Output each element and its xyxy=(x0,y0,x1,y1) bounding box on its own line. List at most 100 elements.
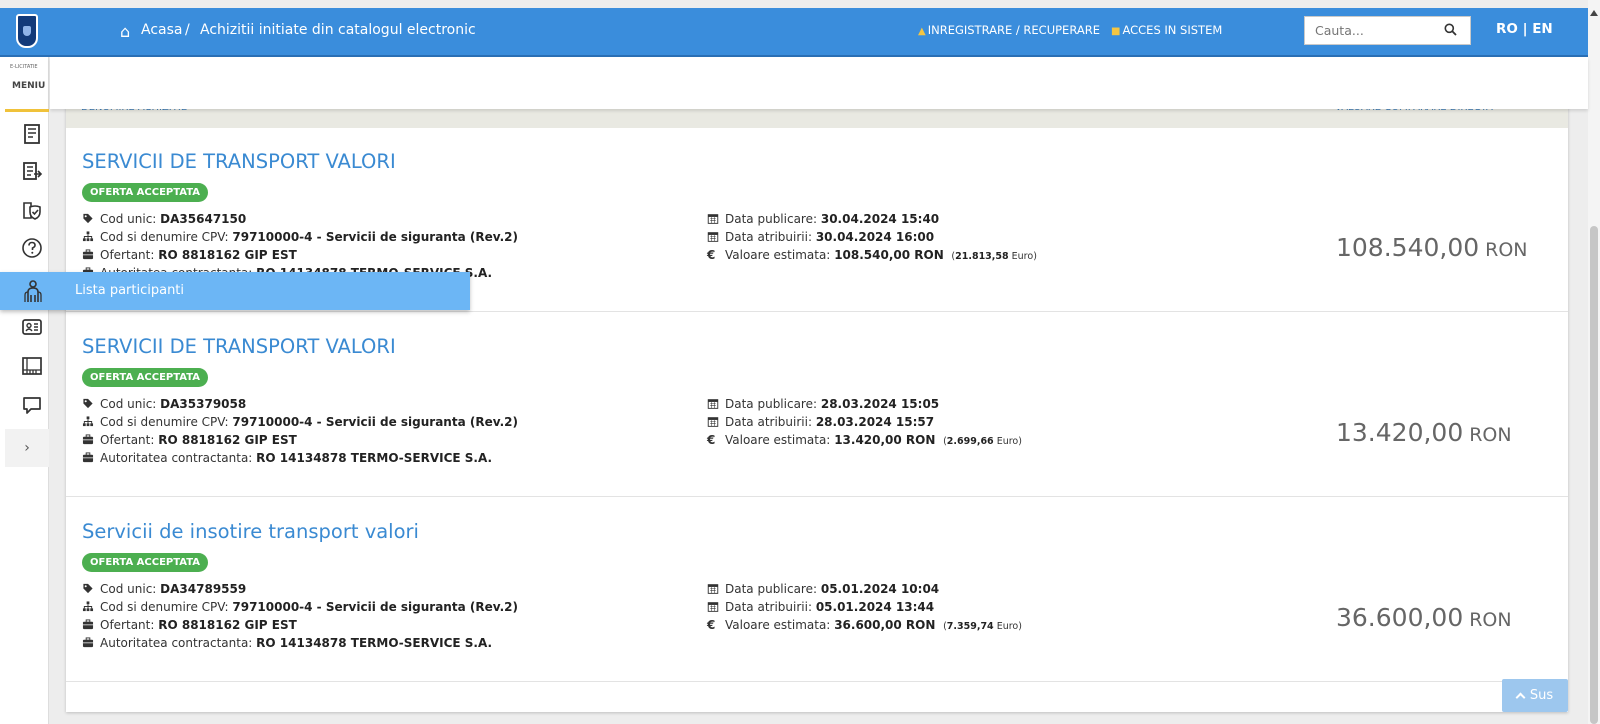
table-row: Servicii de insotire transport valori OF… xyxy=(66,498,1568,682)
valoare-estimata-value: 13.420,00 RON xyxy=(834,433,936,447)
register-link[interactable]: ▲ INREGISTRARE / RECUPERARE xyxy=(918,23,1100,37)
status-badge: OFERTA ACCEPTATA xyxy=(82,553,209,572)
row-title[interactable]: SERVICII DE TRANSPORT VALORI xyxy=(82,150,396,173)
amount-currency: RON xyxy=(1469,609,1512,631)
label: Cod si denumire CPV: xyxy=(100,415,229,429)
cpv-value: 79710000-4 - Servicii de siguranta (Rev.… xyxy=(232,600,518,614)
search-input[interactable] xyxy=(1305,17,1445,44)
sidebar-brand: E-LICITATIE xyxy=(10,64,38,70)
label: Valoare estimata: xyxy=(725,248,831,262)
valoare-estimata-value: 108.540,00 RON xyxy=(834,248,944,262)
breadcrumb-separator: / xyxy=(185,22,190,38)
valoare-estimata-line: € Valoare estimata: 13.420,00 RON (2.699,… xyxy=(707,433,1022,447)
sidebar-expand-button[interactable]: › xyxy=(5,429,49,467)
label: Valoare estimata: xyxy=(725,433,831,447)
calendar-icon xyxy=(707,398,719,409)
document-icon[interactable] xyxy=(18,120,46,148)
label: Cod unic: xyxy=(100,212,157,226)
comparison-value: 36.600,00 RON xyxy=(1336,603,1512,632)
briefcase-icon xyxy=(82,434,94,445)
search-icon[interactable] xyxy=(1444,23,1457,36)
autoritate-value: RO 14134878 TERMO-SERVICE S.A. xyxy=(256,451,493,465)
row-title[interactable]: Servicii de insotire transport valori xyxy=(82,520,419,543)
cod-unic-line: Cod unic: DA35647150 xyxy=(82,211,246,227)
euro-icon: € xyxy=(707,248,716,262)
contact-card-icon[interactable] xyxy=(18,313,46,341)
row-title[interactable]: SERVICII DE TRANSPORT VALORI xyxy=(82,335,396,358)
person-icon: ▲ xyxy=(918,26,926,37)
catalog-icon[interactable] xyxy=(18,352,46,380)
tag-icon xyxy=(82,398,94,409)
label: Valoare estimata: xyxy=(725,618,831,632)
ofertant-value: RO 8818162 GIP EST xyxy=(158,433,297,447)
valoare-estimata-line: € Valoare estimata: 36.600,00 RON (7.359,… xyxy=(707,618,1022,632)
label: Cod unic: xyxy=(100,397,157,411)
breadcrumb-home[interactable]: Acasa xyxy=(141,22,182,38)
home-icon[interactable]: ⌂ xyxy=(120,22,130,41)
label: Ofertant: xyxy=(100,433,155,447)
document-export-icon[interactable] xyxy=(18,157,46,185)
scroll-up-arrow-icon[interactable] xyxy=(1590,10,1598,16)
autoritate-value: RO 14134878 TERMO-SERVICE S.A. xyxy=(256,636,493,650)
data-atribuirii-line: Data atribuirii: 30.04.2024 16:00 xyxy=(707,229,934,245)
logo[interactable] xyxy=(16,14,38,48)
cod-unic-line: Cod unic: DA35379058 xyxy=(82,396,246,412)
sidebar: E-LICITATIE MENIU › xyxy=(0,57,49,724)
breadcrumb-current-page: Achizitii initiate din catalogul electro… xyxy=(200,22,476,38)
label: Data atribuirii: xyxy=(725,600,812,614)
results-card: DENUMIRE ACHIZITIE VALOARE COMPARARE DIR… xyxy=(66,100,1568,712)
calendar-icon xyxy=(707,213,719,224)
label: Data publicare: xyxy=(725,582,818,596)
valoare-estimata-value: 36.600,00 RON xyxy=(834,618,936,632)
data-publicare-line: Data publicare: 05.01.2024 10:04 xyxy=(707,581,939,597)
help-icon[interactable] xyxy=(18,234,46,262)
euro-icon: € xyxy=(707,618,716,632)
data-atribuirii-value: 28.03.2024 15:57 xyxy=(815,415,935,429)
menu-underline xyxy=(5,109,49,112)
comparison-value: 108.540,00 RON xyxy=(1336,233,1528,262)
scroll-top-button[interactable]: Sus xyxy=(1502,679,1568,712)
cod-unic-value: DA35379058 xyxy=(160,397,247,411)
label: Data publicare: xyxy=(725,212,818,226)
cpv-value: 79710000-4 - Servicii de siguranta (Rev.… xyxy=(232,415,518,429)
scrollbar-thumb[interactable] xyxy=(1590,226,1598,724)
menu-label[interactable]: MENIU xyxy=(12,81,45,91)
data-atribuirii-value: 05.01.2024 13:44 xyxy=(815,600,935,614)
calendar-icon xyxy=(707,416,719,427)
autoritate-line: Autoritatea contractanta: RO 14134878 TE… xyxy=(82,635,492,651)
amount-value: 36.600,00 xyxy=(1336,603,1464,632)
amount-value: 108.540,00 xyxy=(1336,233,1480,262)
participants-icon xyxy=(24,280,42,302)
login-link[interactable]: ■ ACCES IN SISTEM xyxy=(1111,23,1222,37)
cod-unic-value: DA35647150 xyxy=(160,212,247,226)
amount-currency: RON xyxy=(1485,239,1528,261)
label: Cod unic: xyxy=(100,582,157,596)
briefcase-icon xyxy=(82,452,94,463)
shield-check-icon[interactable] xyxy=(18,196,46,224)
tooltip-label: Lista participanti xyxy=(75,283,185,298)
briefcase-icon xyxy=(82,249,94,260)
scrollbar[interactable] xyxy=(1588,0,1600,724)
briefcase-icon xyxy=(82,637,94,648)
register-link-label: INREGISTRARE / RECUPERARE xyxy=(927,23,1100,37)
ofertant-value: RO 8818162 GIP EST xyxy=(158,618,297,632)
sidebar-item-participants[interactable]: Lista participanti xyxy=(0,272,470,310)
amount-currency: RON xyxy=(1469,424,1512,446)
language-switch[interactable]: RO | EN xyxy=(1496,21,1553,37)
euro-label: Euro xyxy=(996,621,1019,632)
ofertant-line: Ofertant: RO 8818162 GIP EST xyxy=(82,617,297,633)
cod-unic-value: DA34789559 xyxy=(160,582,247,596)
chat-icon[interactable] xyxy=(18,391,46,419)
scroll-top-label: Sus xyxy=(1529,688,1554,703)
chevron-up-icon xyxy=(1515,692,1526,703)
data-atribuirii-value: 30.04.2024 16:00 xyxy=(815,230,935,244)
lock-icon: ■ xyxy=(1111,26,1121,37)
search-box xyxy=(1304,16,1471,45)
sitemap-icon xyxy=(82,601,94,612)
calendar-icon xyxy=(707,583,719,594)
amount-value: 13.420,00 xyxy=(1336,418,1464,447)
top-navigation-bar: ⌂ Acasa / Achizitii initiate din catalog… xyxy=(0,8,1600,57)
cod-unic-line: Cod unic: DA34789559 xyxy=(82,581,246,597)
ofertant-value: RO 8818162 GIP EST xyxy=(158,248,297,262)
euro-label: Euro xyxy=(1011,251,1034,262)
